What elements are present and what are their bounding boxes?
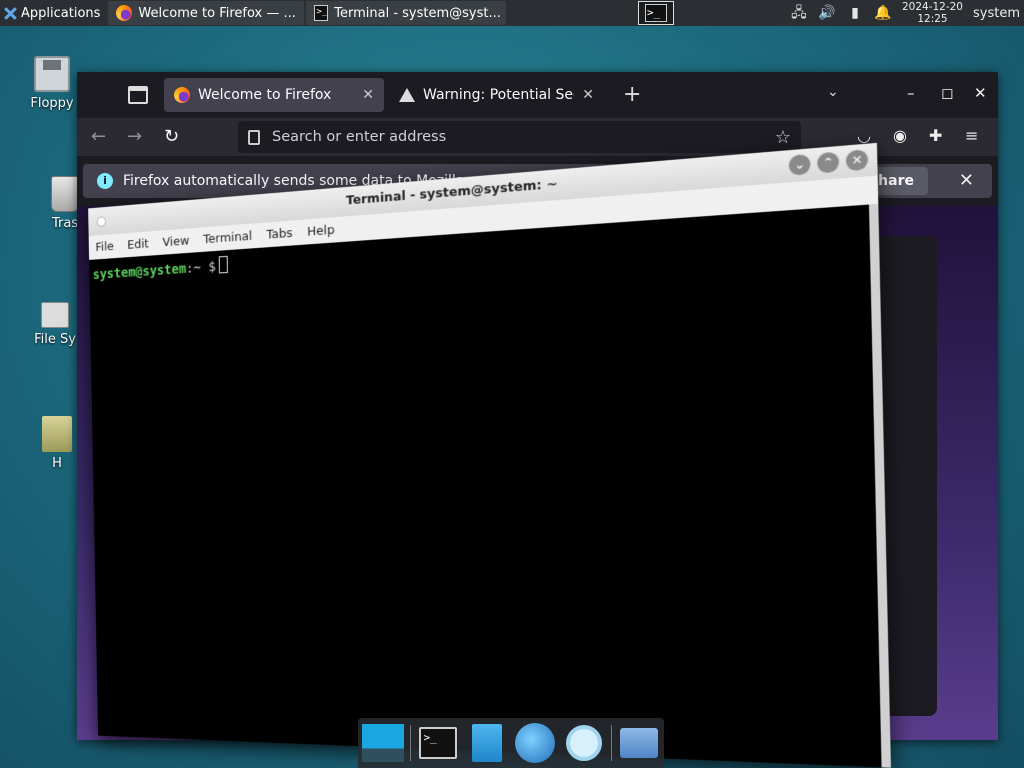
- info-icon: i: [97, 173, 113, 189]
- volume-icon[interactable]: 🔊: [818, 4, 836, 22]
- browser-icon: [515, 723, 555, 763]
- menu-edit[interactable]: Edit: [127, 237, 149, 253]
- workspace-switcher[interactable]: >_: [638, 1, 674, 25]
- dock-item-folder[interactable]: [618, 721, 660, 765]
- tab-warning[interactable]: Warning: Potential Secur ✕: [389, 78, 604, 112]
- back-icon[interactable]: ←: [91, 126, 106, 147]
- minimize-icon[interactable]: ⌄: [789, 154, 811, 176]
- terminal-window: Terminal - system@system: ~ ⌄ ⌃ ✕ File E…: [88, 143, 891, 768]
- floppy-icon: [34, 56, 70, 92]
- menu-view[interactable]: View: [162, 234, 189, 250]
- clock[interactable]: 2024-12-20 12:25: [902, 1, 963, 25]
- pocket-icon[interactable]: ◡: [857, 126, 871, 145]
- taskbar-item-terminal[interactable]: >_ Terminal - system@syst...: [306, 1, 506, 25]
- menu-file[interactable]: File: [95, 239, 114, 254]
- taskbar-item-firefox[interactable]: Welcome to Firefox — ...: [108, 1, 304, 25]
- bookmark-star-icon[interactable]: ☆: [775, 127, 791, 148]
- menu-terminal[interactable]: Terminal: [203, 229, 252, 247]
- url-bar[interactable]: Search or enter address ☆: [238, 121, 801, 153]
- terminal-output[interactable]: system@system:~ $: [89, 205, 881, 768]
- battery-icon[interactable]: ▮: [846, 4, 864, 22]
- close-tab-icon[interactable]: ✕: [362, 87, 374, 103]
- warning-icon: [399, 88, 415, 102]
- tab-label: Warning: Potential Secur: [423, 87, 574, 103]
- xfce-logo-icon: [4, 7, 17, 20]
- firefox-icon: [174, 87, 190, 103]
- clock-time: 12:25: [902, 13, 963, 25]
- url-placeholder: Search or enter address: [272, 129, 763, 145]
- taskbar-item-label: Terminal - system@syst...: [334, 6, 501, 21]
- page-icon: [248, 130, 260, 145]
- search-icon: [566, 725, 602, 761]
- close-window-icon[interactable]: ✕: [974, 84, 987, 102]
- top-panel: Applications Welcome to Firefox — ... >_…: [0, 0, 1024, 26]
- tab-welcome[interactable]: Welcome to Firefox ✕: [164, 78, 384, 112]
- account-icon[interactable]: ◉: [893, 126, 907, 145]
- maximize-icon[interactable]: ⌃: [817, 151, 839, 173]
- menu-tabs[interactable]: Tabs: [266, 226, 292, 242]
- prompt-path: :~: [186, 261, 201, 277]
- menu-icon[interactable]: ≡: [965, 126, 978, 145]
- dock-item-desktop[interactable]: [362, 721, 404, 765]
- home-icon: [42, 416, 72, 452]
- new-tab-button[interactable]: +: [623, 82, 641, 107]
- applications-menu[interactable]: Applications: [0, 0, 106, 26]
- list-all-tabs-icon[interactable]: ⌄: [827, 84, 839, 100]
- forward-icon[interactable]: →: [127, 126, 142, 147]
- close-icon[interactable]: ✕: [846, 149, 868, 171]
- dock-item-browser[interactable]: [514, 721, 556, 765]
- firefox-view-icon[interactable]: [128, 86, 148, 104]
- trash-icon: [51, 176, 79, 212]
- terminal-icon: >_: [419, 727, 457, 759]
- network-icon[interactable]: 🖧: [790, 4, 808, 22]
- dock-item-files[interactable]: [466, 721, 508, 765]
- window-menu-icon[interactable]: [97, 216, 106, 227]
- reload-icon[interactable]: ↻: [164, 126, 179, 147]
- prompt-symbol: $: [208, 259, 216, 275]
- tab-label: Welcome to Firefox: [198, 87, 354, 103]
- system-tray: 🖧 🔊 ▮ 🔔 2024-12-20 12:25 system: [790, 0, 1024, 26]
- close-tab-icon[interactable]: ✕: [582, 87, 594, 103]
- dock-separator: [410, 725, 411, 761]
- prompt-user: system@system: [93, 262, 187, 283]
- desktop-icon: [362, 724, 404, 762]
- terminal-icon: >_: [645, 4, 667, 22]
- maximize-icon[interactable]: ◻: [941, 84, 953, 102]
- filesystem-icon: [41, 302, 69, 328]
- menu-help[interactable]: Help: [307, 223, 335, 240]
- text-cursor: [219, 256, 228, 274]
- applications-label: Applications: [21, 6, 100, 21]
- taskbar-item-label: Welcome to Firefox — ...: [138, 6, 295, 21]
- notification-bell-icon[interactable]: 🔔: [874, 4, 892, 22]
- files-icon: [472, 724, 502, 762]
- dock-item-terminal[interactable]: >_: [417, 721, 459, 765]
- dock-item-search[interactable]: [562, 721, 604, 765]
- firefox-tab-bar: Welcome to Firefox ✕ Warning: Potential …: [77, 72, 998, 118]
- folder-icon: [620, 728, 658, 758]
- terminal-icon: >_: [314, 5, 328, 21]
- clock-date: 2024-12-20: [902, 1, 963, 13]
- close-notification-icon[interactable]: ✕: [959, 170, 974, 191]
- extensions-icon[interactable]: ✚: [929, 126, 942, 145]
- user-menu[interactable]: system: [973, 6, 1020, 21]
- dock-separator: [611, 725, 612, 761]
- minimize-icon[interactable]: –: [907, 84, 915, 102]
- dock: >_: [358, 718, 664, 768]
- firefox-icon: [116, 5, 132, 21]
